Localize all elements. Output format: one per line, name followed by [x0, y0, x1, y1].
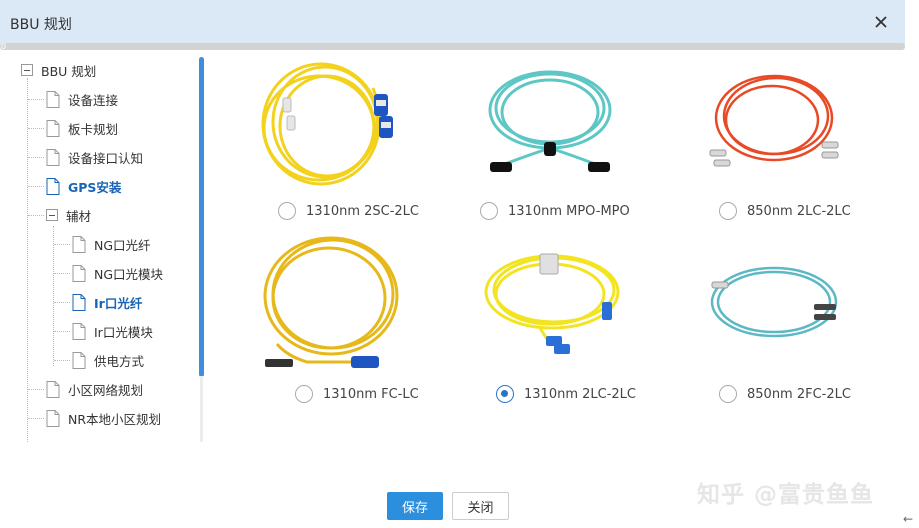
option-850-2fc-2lc[interactable]: 850nm 2FC-2LC	[719, 385, 851, 403]
tree-item-device-connect[interactable]: 设备连接	[46, 88, 118, 110]
document-icon	[46, 409, 60, 427]
document-icon	[72, 322, 86, 340]
radio-button[interactable]	[295, 385, 313, 403]
progress-text: 0	[1, 42, 7, 51]
radio-button[interactable]	[278, 202, 296, 220]
tree-item-board-plan[interactable]: 板卡规划	[46, 117, 118, 139]
tree-scroll-track	[200, 376, 203, 442]
dialog-title: BBU 规划	[10, 17, 72, 33]
option-850-2lc-2lc[interactable]: 850nm 2LC-2LC	[719, 202, 851, 220]
tree-scrollbar[interactable]	[199, 57, 204, 377]
fiber-image-2lc-2lc	[480, 248, 625, 362]
document-icon	[46, 119, 60, 137]
tree-item-device-interface[interactable]: 设备接口认知	[46, 146, 143, 168]
dialog-header	[0, 0, 905, 44]
document-icon	[46, 90, 60, 108]
option-fc-lc[interactable]: 1310nm FC-LC	[295, 385, 419, 403]
fiber-image-850-2fc-2lc	[704, 262, 844, 351]
fiber-image-fc-lc	[257, 232, 407, 376]
radio-button[interactable]	[719, 202, 737, 220]
tree-item-gps-install[interactable]: GPS安装	[46, 175, 121, 197]
document-icon	[72, 293, 86, 311]
fiber-image-mpo-mpo	[480, 62, 620, 186]
collapse-icon[interactable]	[21, 64, 33, 76]
document-icon	[46, 148, 60, 166]
arrow-left-icon: ←	[903, 512, 914, 526]
document-icon	[72, 351, 86, 369]
document-icon	[72, 235, 86, 253]
tree-item-cell-network[interactable]: 小区网络规划	[46, 378, 143, 400]
radio-button-selected[interactable]	[496, 385, 514, 403]
fiber-image-2sc-2lc	[255, 58, 405, 196]
tree-item-ir-fiber[interactable]: Ir口光纤	[72, 291, 142, 313]
document-icon	[46, 177, 60, 195]
document-icon	[46, 380, 60, 398]
fiber-image-850-2lc-2lc	[704, 70, 844, 184]
tree-item-materials[interactable]: 辅材	[46, 204, 91, 226]
watermark: 知乎 @富贵鱼鱼	[697, 482, 875, 508]
tree-item-ng-fiber[interactable]: NG口光纤	[72, 233, 151, 255]
tree-item-ir-module[interactable]: Ir口光模块	[72, 320, 153, 342]
tree-item-nr-cell[interactable]: NR本地小区规划	[46, 407, 161, 429]
tree-item-ng-module[interactable]: NG口光模块	[72, 262, 163, 284]
document-icon	[72, 264, 86, 282]
collapse-icon[interactable]	[46, 209, 58, 221]
option-2lc-2lc[interactable]: 1310nm 2LC-2LC	[496, 385, 636, 403]
cancel-button[interactable]: 关闭	[452, 492, 509, 520]
tree-root[interactable]: BBU 规划	[21, 59, 96, 81]
option-2sc-2lc[interactable]: 1310nm 2SC-2LC	[278, 202, 419, 220]
save-button[interactable]: 保存	[387, 492, 443, 520]
close-icon[interactable]	[870, 11, 892, 33]
tree-nav: BBU 规划 设备连接 板卡规划 设备接口认知 GPS安装 辅材 NG口光纤 N…	[0, 56, 200, 442]
radio-button[interactable]	[480, 202, 498, 220]
progress-bar	[0, 43, 905, 50]
option-mpo-mpo[interactable]: 1310nm MPO-MPO	[480, 202, 630, 220]
radio-button[interactable]	[719, 385, 737, 403]
tree-item-power[interactable]: 供电方式	[72, 349, 144, 371]
